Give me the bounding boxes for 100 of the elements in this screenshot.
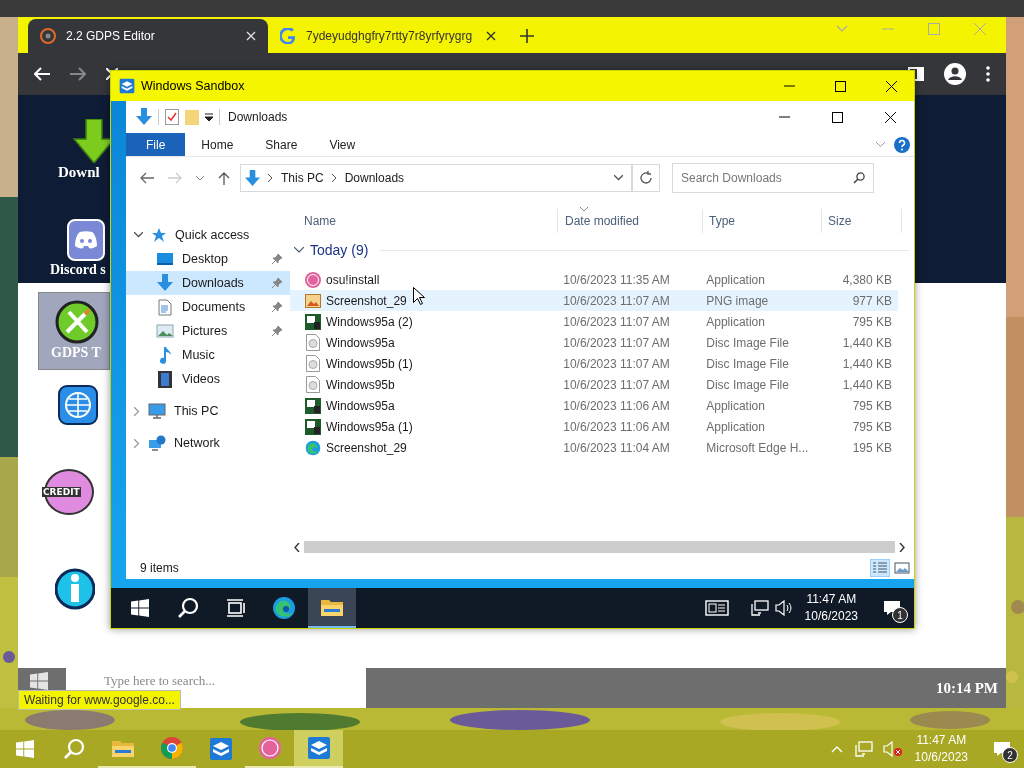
news-icon[interactable] [704, 600, 729, 616]
type-cell-text: Application [705, 418, 766, 436]
nav-item[interactable]: Documents [126, 295, 290, 319]
edge-icon [272, 596, 296, 620]
volume-icon[interactable] [774, 600, 793, 616]
ribbon-tab[interactable]: File [126, 133, 186, 156]
download-arrow-icon[interactable] [136, 108, 152, 126]
new-tab-icon[interactable] [520, 29, 534, 43]
close-icon[interactable] [886, 80, 897, 92]
site-menu-item[interactable]: Discord s [26, 185, 110, 285]
window-title: Downloads [228, 110, 288, 124]
dropdown-icon[interactable] [205, 113, 213, 121]
film-icon [158, 370, 172, 388]
menu-label: Downl [58, 163, 100, 181]
info-icon [55, 567, 95, 611]
up-arrow-icon[interactable] [218, 171, 230, 185]
menu-icon[interactable] [986, 66, 990, 82]
breadcrumb[interactable]: Downloads [344, 171, 405, 185]
group-header[interactable]: Today (9) [290, 239, 909, 261]
disc-file-icon [306, 376, 320, 393]
close-icon[interactable] [885, 111, 896, 123]
maximize-icon[interactable] [832, 111, 843, 123]
application-icon [305, 313, 321, 330]
ribbon-tab[interactable]: Share [249, 133, 314, 156]
type-cell-text: Disc Image File [705, 376, 790, 394]
sandbox-icon [119, 78, 135, 94]
taskbar-app[interactable] [308, 588, 356, 628]
file-row[interactable]: Windows95b (1) 10/6/2023 11:07 AM Disc Image File 1,440 KB [290, 353, 898, 374]
column-header[interactable]: Type [703, 209, 822, 233]
clock[interactable]: 11:47 AM 10/6/2023 [804, 591, 858, 625]
side-panel-icon[interactable] [908, 67, 924, 81]
credits-icon: CREDIT [44, 469, 94, 515]
sandbox-icon [306, 736, 331, 760]
network-icon[interactable] [750, 600, 769, 616]
refresh-icon [639, 171, 653, 185]
file-name: Windows95a (1) [326, 419, 413, 434]
nav-item[interactable]: Network [126, 431, 290, 455]
nav-item[interactable]: Desktop [126, 247, 290, 271]
site-menu-item[interactable]: CREDIT [18, 440, 110, 544]
nav-item[interactable]: This PC [126, 399, 290, 423]
network-icon [148, 435, 166, 451]
type-cell-text: Microsoft Edge H... [705, 439, 810, 457]
nav-item[interactable]: Music [126, 343, 290, 367]
profile-icon[interactable] [944, 63, 966, 85]
notifications-button[interactable]: 2 [980, 730, 1024, 768]
help-icon[interactable] [894, 136, 910, 153]
muted-volume-icon[interactable] [882, 741, 903, 757]
size-cell-text: 1,440 KB [841, 376, 893, 394]
type-cell-text: PNG image [705, 292, 770, 310]
breadcrumb[interactable]: This PC [281, 171, 324, 185]
nav-item[interactable]: Pictures [126, 319, 290, 343]
file-row[interactable]: Screenshot_29 10/6/2023 11:07 AM PNG image 977 KB [290, 290, 898, 311]
file-name: Windows95b [326, 377, 395, 392]
column-header[interactable]: Name [290, 209, 558, 233]
browser-tab[interactable]: 7ydeyudghgfry7rtty7r8yrfyrygrg [268, 19, 508, 53]
close-icon[interactable] [486, 31, 496, 41]
download-arrow-icon [72, 119, 110, 163]
search-field[interactable]: Search Downloads [672, 163, 874, 193]
forward-arrow-icon[interactable] [70, 67, 86, 81]
nav-item[interactable]: Downloads [126, 271, 290, 295]
maximize-icon[interactable] [835, 80, 846, 92]
site-menu-item[interactable]: Downl [34, 95, 110, 185]
osu-icon [257, 736, 282, 760]
back-arrow-icon[interactable] [140, 172, 154, 184]
windows-logo-icon [15, 740, 34, 758]
size-cell-text: 795 KB [851, 397, 893, 415]
nav-item[interactable]: Videos [126, 367, 290, 391]
browser-tab[interactable]: 2.2 GDPS Editor [28, 19, 268, 53]
file-row[interactable]: Windows95a 10/6/2023 11:07 AM Disc Image File 1,440 KB [290, 332, 898, 353]
chevron-down-icon[interactable] [614, 175, 623, 181]
file-row[interactable]: Windows95a (2) 10/6/2023 11:07 AM Application 795 KB [290, 311, 898, 332]
file-name: Windows95a [326, 398, 395, 413]
date-cell-text: 10/6/2023 11:04 AM [562, 439, 671, 457]
size-cell-text: 795 KB [851, 313, 893, 331]
file-row[interactable]: Windows95a (1) 10/6/2023 11:06 AM Application 795 KB [290, 416, 898, 437]
properties-icon[interactable] [165, 109, 179, 125]
ribbon-tab[interactable]: Home [185, 133, 250, 156]
ribbon-tab[interactable]: View [313, 133, 372, 156]
file-row[interactable]: Screenshot_29 10/6/2023 11:04 AM Microsoft Edge H... 195 KB [290, 437, 898, 458]
date-cell-text: 10/6/2023 11:06 AM [562, 397, 671, 415]
chevron-down-icon[interactable] [196, 175, 204, 181]
refresh-button[interactable] [632, 164, 660, 192]
cursor-icon [413, 287, 425, 305]
notifications-button[interactable]: 1 [870, 588, 914, 628]
file-row[interactable]: osu!install 10/6/2023 11:35 AM Application 4,380 KB [290, 269, 898, 290]
size-cell-text: 1,440 KB [841, 355, 893, 373]
type-cell-text: Disc Image File [705, 355, 790, 373]
edge-icon [305, 439, 321, 456]
tiles-view-button[interactable] [892, 559, 912, 577]
file-row[interactable]: Windows95b 10/6/2023 11:07 AM Disc Image File 1,440 KB [290, 374, 898, 395]
discord-icon [67, 219, 105, 261]
item-count: 9 items [140, 561, 179, 575]
column-header[interactable]: Size [822, 209, 902, 233]
column-header[interactable]: Date modified [558, 209, 703, 233]
file-row[interactable]: Windows95a 10/6/2023 11:06 AM Application 795 KB [290, 395, 898, 416]
size-cell-text: 4,380 KB [841, 271, 893, 289]
scrollbar-thumb[interactable] [304, 541, 895, 553]
nav-item[interactable]: Quick access [126, 223, 290, 247]
download-arrow-icon [245, 169, 260, 187]
address-bar[interactable]: This PC Downloads [240, 164, 632, 192]
